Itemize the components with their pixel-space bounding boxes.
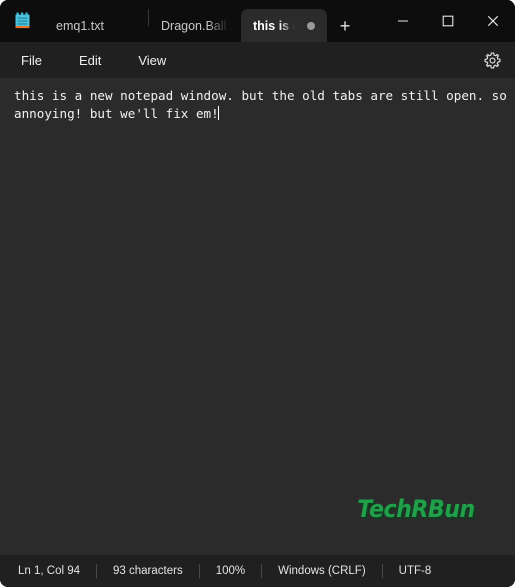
minimize-button[interactable]: [380, 0, 425, 42]
tab-this-is-active[interactable]: this is a: [241, 9, 327, 42]
status-encoding[interactable]: UTF-8: [383, 555, 448, 587]
tab-strip: emq1.txt Dragon.Ball.S this is a +: [44, 0, 363, 42]
notepad-window: emq1.txt Dragon.Ball.S this is a +: [0, 0, 515, 587]
tab-label: emq1.txt: [56, 18, 104, 33]
menu-edit[interactable]: Edit: [69, 48, 111, 73]
tab-label: Dragon.Ball.S: [161, 18, 229, 33]
close-button[interactable]: [470, 0, 515, 42]
text-editor-area[interactable]: this is a new notepad window. but the ol…: [0, 78, 515, 555]
gear-icon[interactable]: [483, 51, 502, 70]
tab-emq1[interactable]: emq1.txt: [44, 9, 148, 42]
status-zoom-level[interactable]: 100%: [200, 555, 261, 587]
menu-view[interactable]: View: [128, 48, 176, 73]
editor-content[interactable]: this is a new notepad window. but the ol…: [14, 87, 513, 123]
editor-text-value: this is a new notepad window. but the ol…: [14, 88, 515, 121]
tab-dragon-ball[interactable]: Dragon.Ball.S: [149, 9, 241, 42]
title-bar: emq1.txt Dragon.Ball.S this is a +: [0, 0, 515, 42]
techrbun-watermark: TechRBun: [357, 495, 475, 523]
window-controls: [380, 0, 515, 42]
menu-bar: File Edit View: [0, 42, 515, 78]
menu-file[interactable]: File: [11, 48, 52, 73]
new-tab-button[interactable]: +: [327, 9, 363, 42]
status-line-ending[interactable]: Windows (CRLF): [262, 555, 382, 587]
status-character-count[interactable]: 93 characters: [97, 555, 199, 587]
status-line-column[interactable]: Ln 1, Col 94: [0, 555, 96, 587]
text-caret: [217, 106, 219, 120]
notepad-icon: [13, 11, 34, 32]
maximize-button[interactable]: [425, 0, 470, 42]
status-bar: Ln 1, Col 94 93 characters 100% Windows …: [0, 555, 515, 587]
tab-modified-dot-icon[interactable]: [307, 21, 315, 30]
tab-label: this is a: [253, 18, 295, 33]
